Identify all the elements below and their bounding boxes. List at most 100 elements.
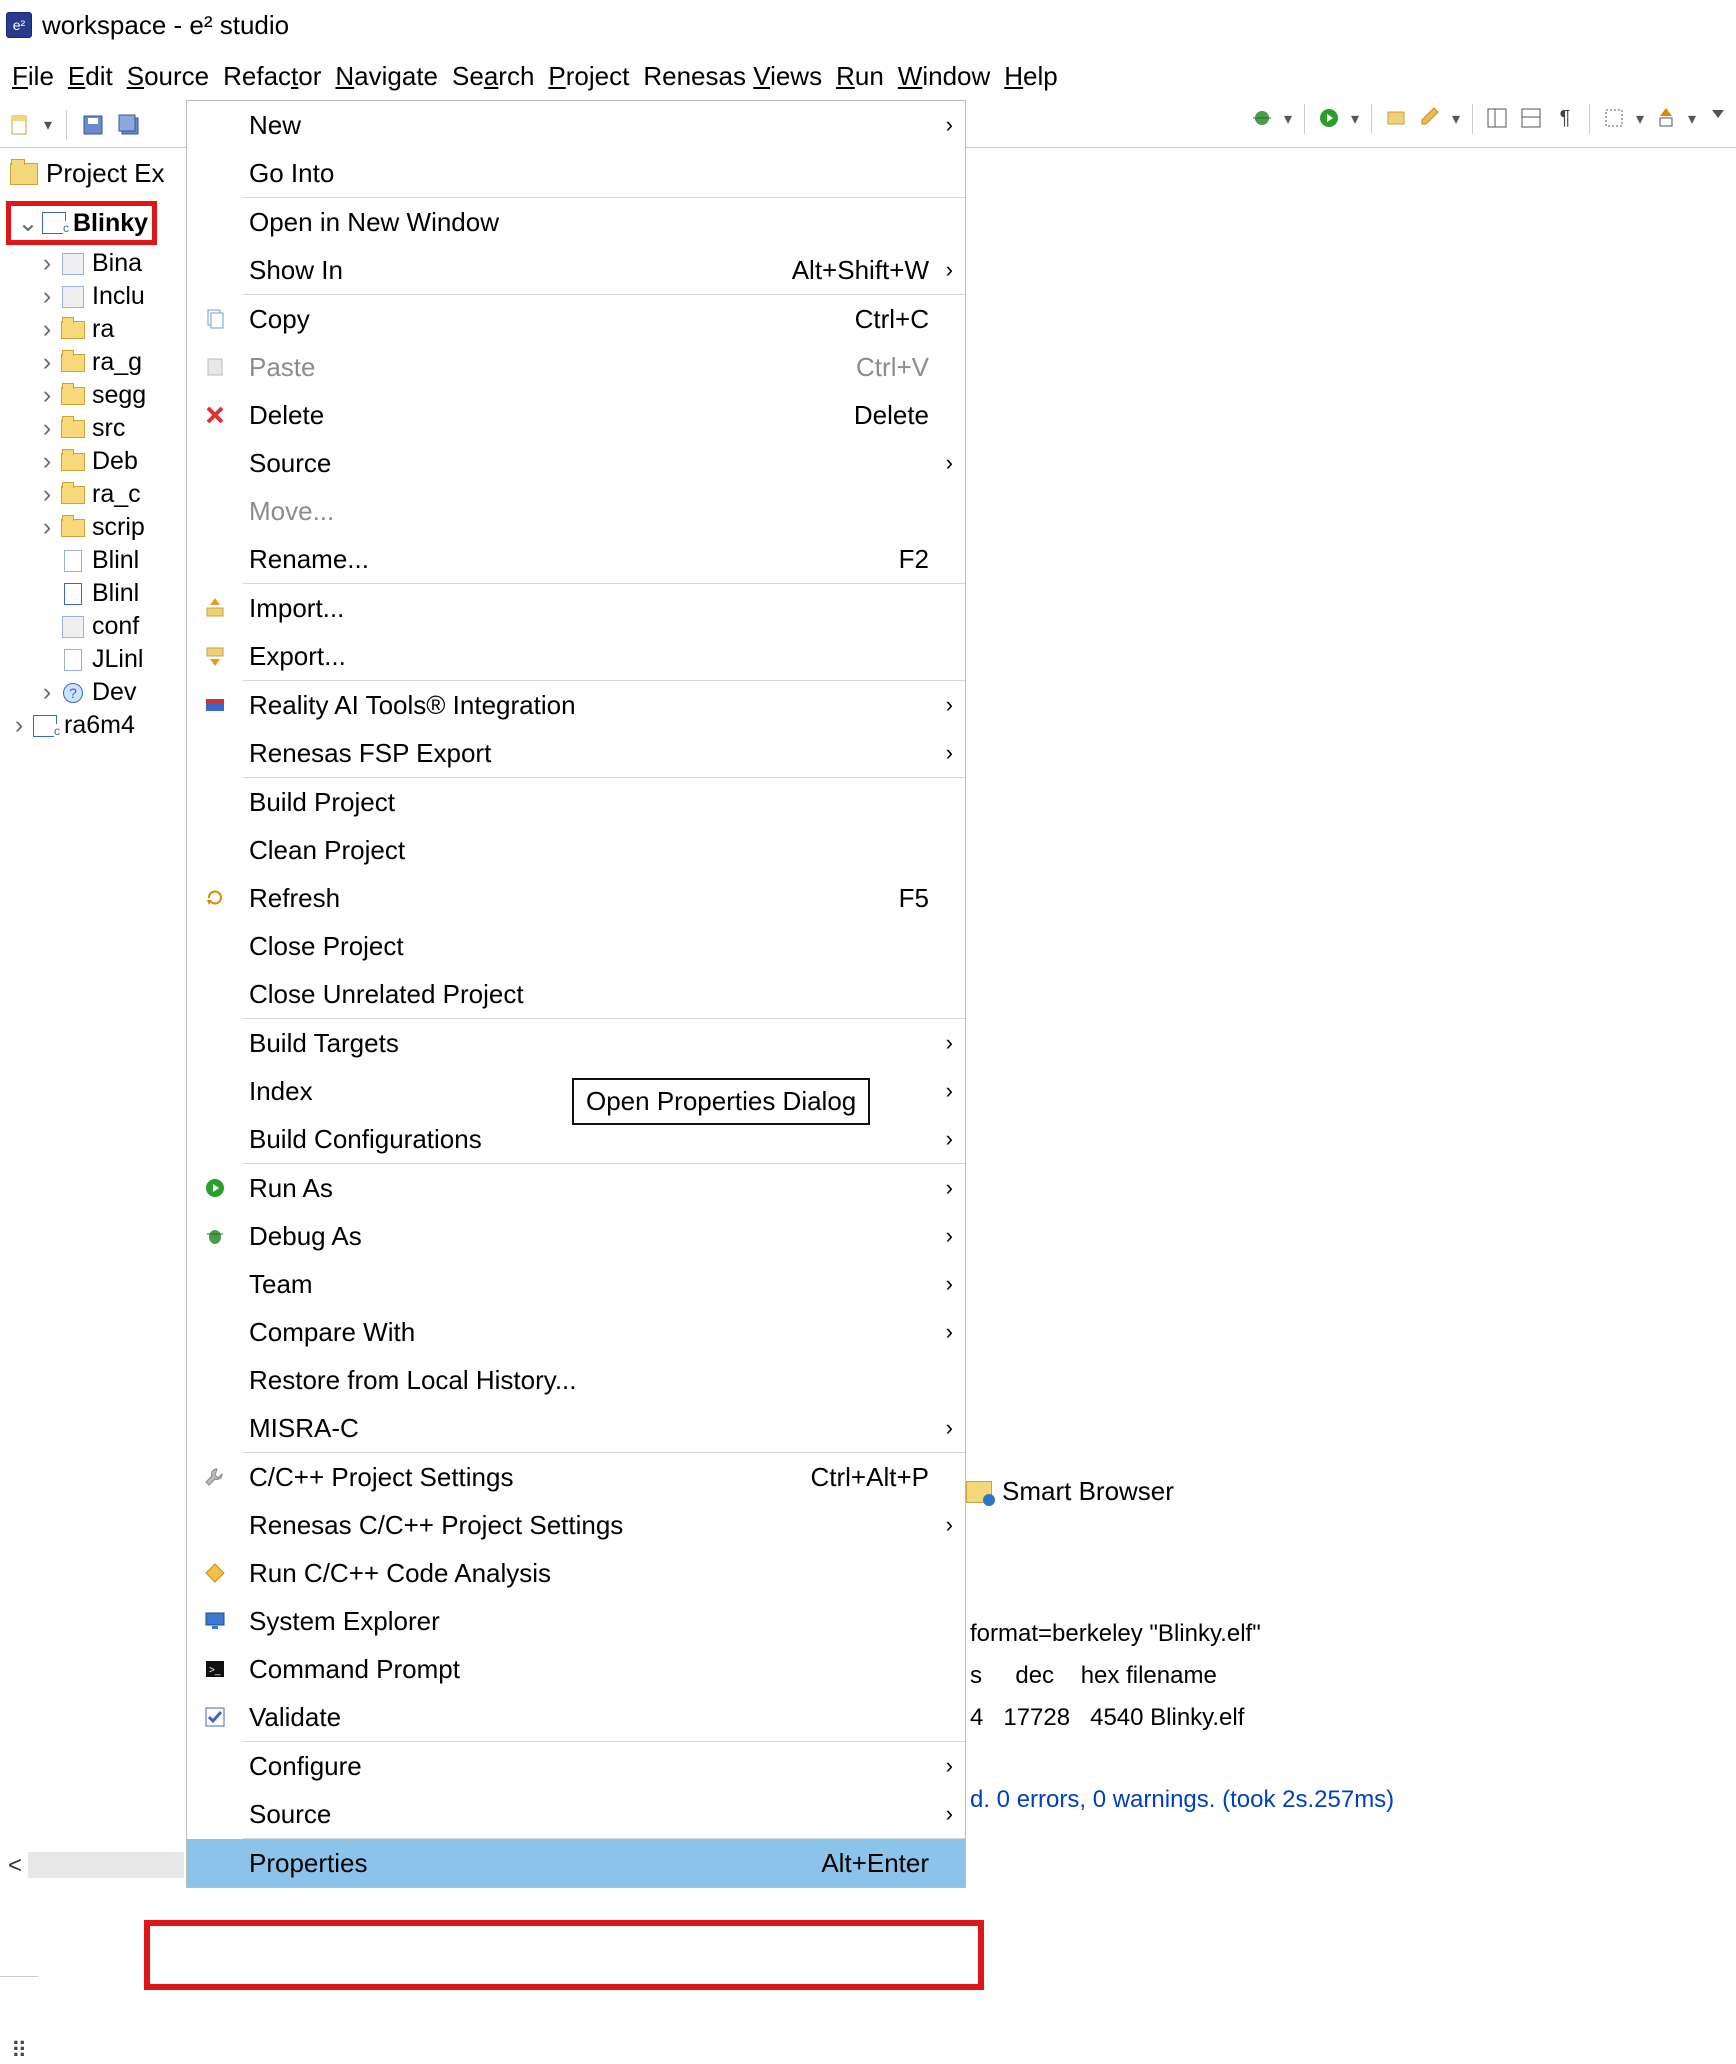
cm-import[interactable]: Import... (187, 584, 965, 632)
cm-renesas-c-settings[interactable]: Renesas C/C++ Project Settings› (187, 1501, 965, 1549)
menu-project[interactable]: Project (548, 61, 629, 92)
chevron-right-icon: › (946, 1223, 953, 1249)
menu-refactor[interactable]: Refactor (223, 61, 321, 92)
tree-label: conf (92, 612, 139, 641)
status-corner: ⠿ (0, 1976, 38, 2064)
import-icon (203, 596, 227, 620)
cm-run-as[interactable]: Run As› (187, 1164, 965, 1212)
menu-edit[interactable]: Edit (68, 61, 113, 92)
tree-item[interactable]: › scrip (0, 511, 190, 544)
new-file-icon[interactable] (6, 111, 34, 139)
chevron-right-icon: › (946, 692, 953, 718)
expand-icon[interactable]: › (34, 282, 60, 311)
cm-export[interactable]: Export... (187, 632, 965, 680)
tree-item[interactable]: conf (0, 610, 190, 643)
tree-item[interactable]: ›Deb (0, 445, 190, 478)
save-all-icon[interactable] (115, 111, 143, 139)
cm-open-new-window[interactable]: Open in New Window (187, 198, 965, 246)
tree-item[interactable]: Blinl (0, 577, 190, 610)
new-file-dropdown[interactable]: ▾ (42, 115, 54, 135)
cm-properties[interactable]: PropertiesAlt+Enter (187, 1839, 965, 1887)
cm-go-into[interactable]: Go Into (187, 149, 965, 197)
expand-icon[interactable]: › (34, 348, 60, 377)
menu-navigate[interactable]: Navigate (335, 61, 438, 92)
tree-project-root[interactable]: ⌄ Blinky (0, 199, 190, 247)
expand-icon[interactable]: › (34, 414, 60, 443)
cm-command-prompt[interactable]: >_Command Prompt (187, 1645, 965, 1693)
cm-source[interactable]: Source› (187, 439, 965, 487)
cm-close-project[interactable]: Close Project (187, 922, 965, 970)
cm-team[interactable]: Team› (187, 1260, 965, 1308)
tree-item[interactable]: ›?Dev (0, 676, 190, 709)
cm-clean-project[interactable]: Clean Project (187, 826, 965, 874)
tree-item[interactable]: Blinl (0, 544, 190, 577)
expand-icon[interactable]: › (6, 711, 32, 740)
menu-file[interactable]: File (12, 61, 54, 92)
cm-show-in[interactable]: Show InAlt+Shift+W› (187, 246, 965, 294)
cm-copy[interactable]: CopyCtrl+C (187, 295, 965, 343)
cm-compare-with[interactable]: Compare With› (187, 1308, 965, 1356)
developer-icon: ? (60, 682, 86, 704)
cm-refresh[interactable]: RefreshF5 (187, 874, 965, 922)
tree-item[interactable]: ›ra (0, 313, 190, 346)
expand-icon[interactable]: › (34, 315, 60, 344)
tree-label: scrip (92, 513, 145, 542)
cm-system-explorer[interactable]: System Explorer (187, 1597, 965, 1645)
expand-icon[interactable]: › (34, 447, 60, 476)
tree-label: Bina (92, 249, 142, 278)
svg-text:>_: >_ (209, 1665, 221, 1676)
cm-build-project[interactable]: Build Project (187, 778, 965, 826)
cm-validate[interactable]: Validate (187, 1693, 965, 1741)
chevron-right-icon: › (946, 112, 953, 138)
scrollbar-track[interactable] (28, 1852, 184, 1878)
cm-code-analysis[interactable]: Run C/C++ Code Analysis (187, 1549, 965, 1597)
menu-help[interactable]: Help (1004, 61, 1057, 92)
cm-new[interactable]: New› (187, 101, 965, 149)
tree-item[interactable]: ›src (0, 412, 190, 445)
menu-run[interactable]: Run (836, 61, 884, 92)
save-icon[interactable] (79, 111, 107, 139)
tree-item[interactable]: ›Inclu (0, 280, 190, 313)
wrench-icon (203, 1465, 227, 1489)
cm-c-settings[interactable]: C/C++ Project SettingsCtrl+Alt+P (187, 1453, 965, 1501)
folder-icon (60, 451, 86, 473)
cm-build-targets[interactable]: Build Targets› (187, 1019, 965, 1067)
tree-item[interactable]: ›segg (0, 379, 190, 412)
cm-configure[interactable]: Configure› (187, 1742, 965, 1790)
project-tree[interactable]: ⌄ Blinky ›Bina ›Inclu ›ra ›ra_g ›segg ›s… (0, 199, 190, 742)
smart-browser-tab[interactable]: Smart Browser (966, 1476, 1174, 1507)
tree-item-secondary[interactable]: ›ra6m4 (0, 709, 190, 742)
chevron-right-icon: › (946, 1753, 953, 1779)
cm-misra[interactable]: MISRA-C› (187, 1404, 965, 1452)
cm-debug-as[interactable]: Debug As› (187, 1212, 965, 1260)
quick-access-icon[interactable]: ⠿ (11, 2038, 27, 2064)
includes-icon (60, 286, 86, 308)
menu-renesas-views[interactable]: Renesas Views (643, 61, 822, 92)
expand-icon[interactable]: › (34, 381, 60, 410)
cm-restore-local[interactable]: Restore from Local History... (187, 1356, 965, 1404)
cm-fsp-export[interactable]: Renesas FSP Export› (187, 729, 965, 777)
chevron-right-icon: › (946, 1512, 953, 1538)
chevron-right-icon: › (946, 450, 953, 476)
menu-source[interactable]: Source (127, 61, 209, 92)
tree-item[interactable]: › Bina (0, 247, 190, 280)
scroll-left-icon[interactable]: < (8, 1852, 22, 1880)
cm-reality-ai[interactable]: Reality AI Tools® Integration› (187, 681, 965, 729)
cm-close-unrelated[interactable]: Close Unrelated Project (187, 970, 965, 1018)
cm-delete[interactable]: DeleteDelete (187, 391, 965, 439)
expand-icon[interactable]: › (34, 678, 60, 707)
cm-source2[interactable]: Source› (187, 1790, 965, 1838)
tree-item[interactable]: ›ra_g (0, 346, 190, 379)
menu-search[interactable]: Search (452, 61, 534, 92)
expand-icon[interactable]: › (34, 513, 60, 542)
tree-item[interactable]: ›ra_c (0, 478, 190, 511)
tree-item[interactable]: JLinl (0, 643, 190, 676)
cm-rename[interactable]: Rename...F2 (187, 535, 965, 583)
expand-icon[interactable]: ⌄ (15, 208, 41, 238)
menu-window[interactable]: Window (898, 61, 990, 92)
project-icon (41, 212, 67, 234)
project-icon (32, 715, 58, 737)
expand-icon[interactable]: › (34, 249, 60, 278)
export-icon (203, 644, 227, 668)
expand-icon[interactable]: › (34, 480, 60, 509)
